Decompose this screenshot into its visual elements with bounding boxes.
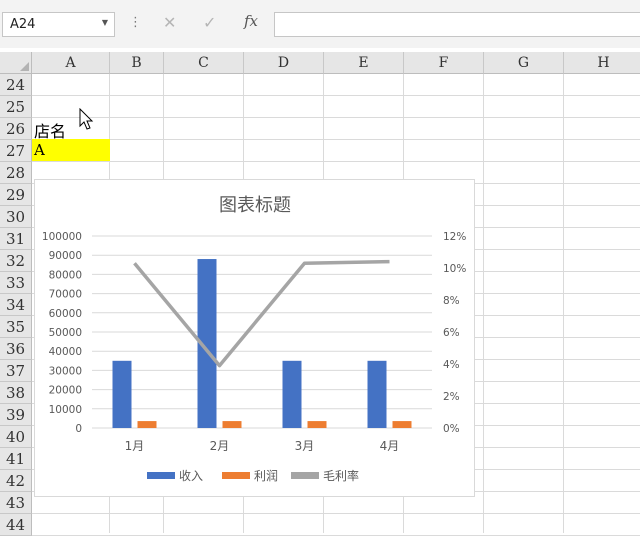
column-header-c[interactable]: C [164,52,244,74]
column-header-b[interactable]: B [110,52,164,74]
left-axis-tick-label: 100000 [42,231,82,243]
row-header-28[interactable]: 28 [0,162,32,184]
column-header-e[interactable]: E [324,52,404,74]
legend-swatch-收入 [147,472,175,479]
bar-利润-1月 [137,421,157,428]
left-axis-tick-label: 30000 [49,365,82,377]
left-axis-tick-label: 70000 [49,289,82,301]
right-axis-tick-label: 2% [443,391,460,403]
row-header-41[interactable]: 41 [0,448,32,470]
row-header-25[interactable]: 25 [0,96,32,118]
cell-a26[interactable]: 店名 [34,118,66,142]
row-header-26[interactable]: 26 [0,118,32,140]
more-options-icon[interactable]: ⋮ [129,15,142,31]
right-axis-tick-label: 10% [443,263,466,275]
row-header-42[interactable]: 42 [0,470,32,492]
column-header-f[interactable]: F [404,52,484,74]
mouse-cursor-icon [79,108,94,130]
bar-收入-4月 [367,360,387,428]
row-header-24[interactable]: 24 [0,74,32,96]
chevron-down-icon[interactable]: ▼ [102,18,108,27]
column-header-g[interactable]: G [484,52,564,74]
x-axis-category-label: 1月 [125,439,145,453]
row-header-43[interactable]: 43 [0,492,32,514]
row-header-31[interactable]: 31 [0,228,32,250]
left-axis-tick-label: 50000 [49,327,82,339]
insert-function-icon[interactable]: fx [244,12,258,30]
legend-label: 利润 [254,469,278,483]
row-header-40[interactable]: 40 [0,426,32,448]
column-header-d[interactable]: D [244,52,324,74]
cancel-icon[interactable]: ✕ [163,13,176,32]
row-header-27[interactable]: 27 [0,140,32,162]
row-header-29[interactable]: 29 [0,184,32,206]
right-axis-tick-label: 8% [443,295,460,307]
gridline-row [32,117,640,118]
x-axis-category-label: 3月 [295,439,315,453]
right-axis-tick-label: 4% [443,359,460,371]
row-header-36[interactable]: 36 [0,338,32,360]
bar-利润-3月 [307,421,327,428]
gridline-row [32,139,640,140]
x-axis-category-label: 4月 [380,439,400,453]
gridline-row [32,513,640,514]
row-header-37[interactable]: 37 [0,360,32,382]
column-header-h[interactable]: H [564,52,640,74]
row-header-32[interactable]: 32 [0,250,32,272]
gridline-col [483,74,484,533]
bar-利润-2月 [222,421,242,428]
bar-收入-1月 [112,360,132,428]
gridline-row [32,161,640,162]
gridline-row [32,95,640,96]
cell-a27[interactable]: A [34,141,45,159]
name-box-value: A24 [10,17,36,32]
right-axis-tick-label: 12% [443,231,466,243]
row-header-38[interactable]: 38 [0,382,32,404]
left-axis-tick-label: 40000 [49,346,82,358]
legend-swatch-利润 [222,472,250,479]
legend-label: 收入 [179,469,203,483]
left-axis-tick-label: 60000 [49,308,82,320]
left-axis-tick-label: 80000 [49,269,82,281]
left-axis-tick-label: 90000 [49,250,82,262]
row-header-35[interactable]: 35 [0,316,32,338]
chart[interactable]: 图表标题 0 10000 20000 30000 40000 50000 60000 70000… [34,179,475,497]
name-box[interactable]: A24 ▼ [2,12,115,37]
row-header-30[interactable]: 30 [0,206,32,228]
legend-label: 毛利率 [323,468,359,483]
formula-input[interactable] [274,12,640,37]
formula-bar: A24 ▼ ⋮ ✕ ✓ fx [0,0,640,48]
left-axis-tick-label: 0 [75,423,82,435]
right-axis-tick-label: 6% [443,327,460,339]
legend-swatch-毛利率 [291,472,319,479]
column-header-a[interactable]: A [32,52,110,74]
x-axis-category-label: 2月 [210,439,230,453]
chart-title: 图表标题 [219,195,291,216]
gridline-col [563,74,564,533]
row-header-34[interactable]: 34 [0,294,32,316]
left-axis-tick-label: 10000 [49,404,82,416]
bar-利润-4月 [392,421,412,428]
confirm-icon[interactable]: ✓ [203,13,216,32]
line-series-毛利率 [133,259,390,368]
right-axis-tick-label: 0% [443,423,460,435]
chart-svg: 图表标题 0 10000 20000 30000 40000 50000 60000 70000… [42,195,466,483]
row-header-33[interactable]: 33 [0,272,32,294]
bar-收入-3月 [282,360,302,428]
row-header-39[interactable]: 39 [0,404,32,426]
left-axis-tick-label: 20000 [49,385,82,397]
select-all-corner[interactable] [0,52,32,74]
